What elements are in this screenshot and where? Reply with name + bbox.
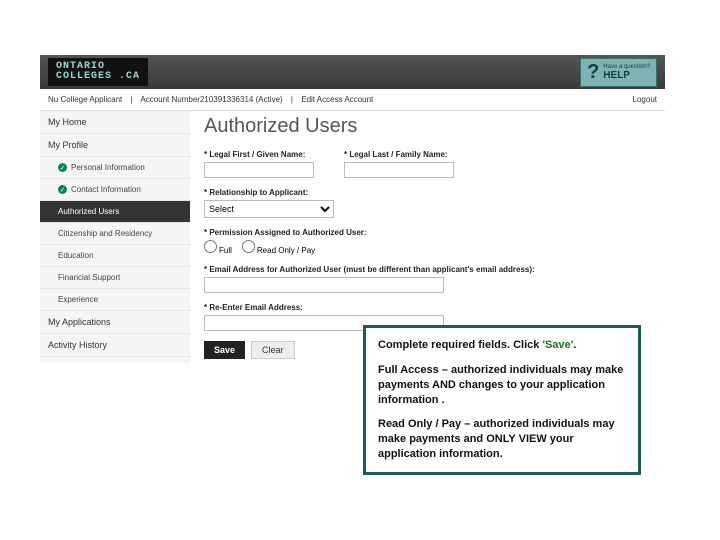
sidebar-citizenship[interactable]: Citizenship and Residency bbox=[40, 223, 190, 245]
callout-p2: Full Access – authorized individuals may… bbox=[378, 363, 626, 408]
relationship-select[interactable]: Select bbox=[204, 200, 334, 218]
firstname-label: * Legal First / Given Name: bbox=[204, 150, 314, 159]
applicant-name: Nu College Applicant bbox=[48, 95, 122, 104]
permission-row: * Permission Assigned to Authorized User… bbox=[204, 228, 651, 255]
callout-p3: Read Only / Pay – authorized individuals… bbox=[378, 417, 626, 462]
question-icon: ? bbox=[587, 61, 599, 84]
sidebar-experience[interactable]: Experience bbox=[40, 289, 190, 311]
check-icon: ✓ bbox=[58, 185, 67, 194]
help-text: Have a question? HELP bbox=[603, 64, 650, 81]
relationship-label: * Relationship to Applicant: bbox=[204, 188, 651, 197]
clear-button[interactable]: Clear bbox=[251, 341, 295, 359]
logo-line2: COLLEGES .CA bbox=[56, 72, 140, 82]
radio-readonly-label[interactable]: Read Only / Pay bbox=[242, 240, 315, 255]
sidebar-authorized-users[interactable]: Authorized Users bbox=[40, 201, 190, 223]
name-row: * Legal First / Given Name: * Legal Last… bbox=[204, 150, 651, 178]
help-button[interactable]: ? Have a question? HELP bbox=[580, 58, 657, 87]
radio-readonly[interactable] bbox=[242, 240, 255, 253]
sidebar-my-home[interactable]: My Home bbox=[40, 111, 190, 134]
sidebar-education[interactable]: Education bbox=[40, 245, 190, 267]
edit-access-link[interactable]: Edit Access Account bbox=[301, 95, 373, 104]
sidebar-personal-info[interactable]: ✓Personal Information bbox=[40, 157, 190, 179]
permission-label: * Permission Assigned to Authorized User… bbox=[204, 228, 651, 237]
relationship-row: * Relationship to Applicant: Select bbox=[204, 188, 651, 218]
firstname-input[interactable] bbox=[204, 162, 314, 178]
callout-p1: Complete required fields. Click 'Save'. bbox=[378, 338, 626, 353]
lastname-label: * Legal Last / Family Name: bbox=[344, 150, 454, 159]
help-line2: HELP bbox=[603, 70, 650, 81]
subbar-left: Nu College Applicant | Account Number210… bbox=[48, 95, 379, 104]
email-row: * Email Address for Authorized User (mus… bbox=[204, 265, 651, 293]
sidebar-my-applications[interactable]: My Applications bbox=[40, 311, 190, 334]
lastname-input[interactable] bbox=[344, 162, 454, 178]
app-window: ONTARIO COLLEGES .CA ? Have a question? … bbox=[40, 55, 665, 363]
logout-link[interactable]: Logout bbox=[633, 95, 657, 104]
logo: ONTARIO COLLEGES .CA bbox=[48, 58, 148, 86]
sidebar-financial-support[interactable]: Financial Support bbox=[40, 267, 190, 289]
save-button[interactable]: Save bbox=[204, 341, 245, 359]
check-icon: ✓ bbox=[58, 163, 67, 172]
help-line1: Have a question? bbox=[603, 64, 650, 70]
reemail-label: * Re-Enter Email Address: bbox=[204, 303, 651, 312]
instruction-callout: Complete required fields. Click 'Save'. … bbox=[363, 325, 641, 475]
email-label: * Email Address for Authorized User (mus… bbox=[204, 265, 651, 274]
top-bar: ONTARIO COLLEGES .CA ? Have a question? … bbox=[40, 55, 665, 89]
sidebar-activity-history[interactable]: Activity History bbox=[40, 334, 190, 357]
sidebar-contact-info[interactable]: ✓Contact Information bbox=[40, 179, 190, 201]
email-input[interactable] bbox=[204, 277, 444, 293]
radio-full[interactable] bbox=[204, 240, 217, 253]
radio-full-label[interactable]: Full bbox=[204, 240, 232, 255]
sidebar-my-profile[interactable]: My Profile bbox=[40, 134, 190, 157]
sub-bar: Nu College Applicant | Account Number210… bbox=[40, 89, 665, 111]
sidebar: My Home My Profile ✓Personal Information… bbox=[40, 111, 190, 363]
account-number: Account Number210391336314 (Active) bbox=[140, 95, 282, 104]
page-title: Authorized Users bbox=[204, 115, 651, 138]
